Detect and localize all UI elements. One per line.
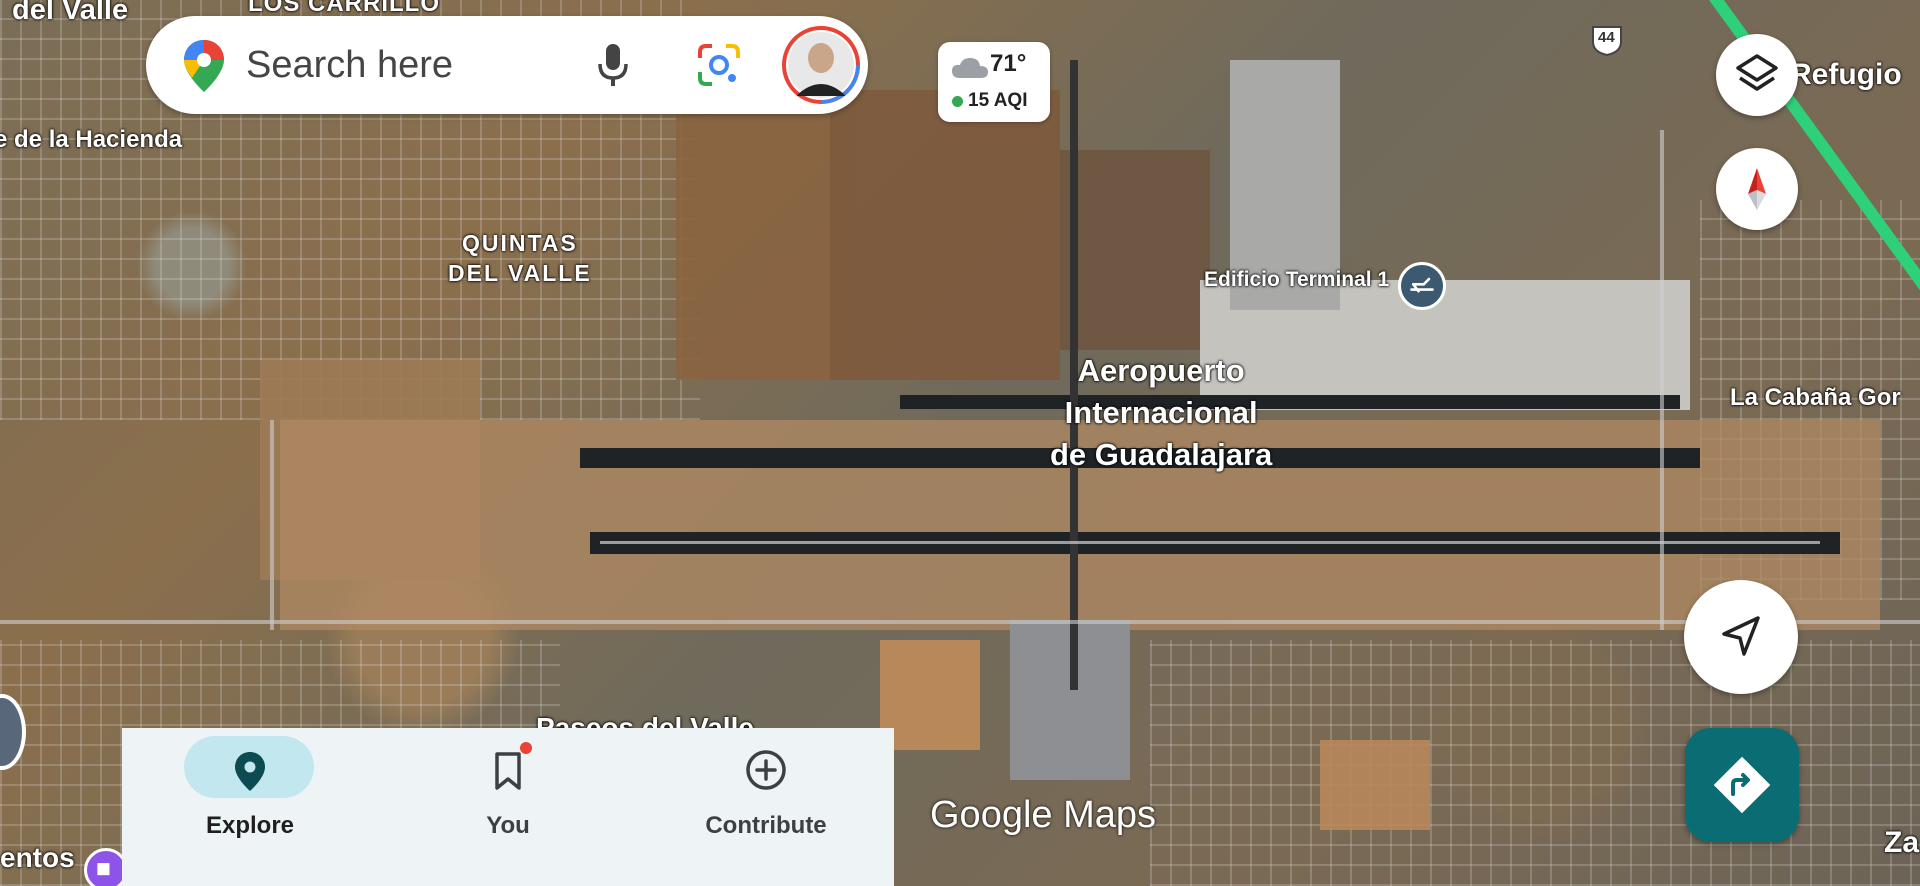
field	[676, 110, 856, 380]
residential-area	[1150, 640, 1920, 886]
highway-number: 44	[1598, 29, 1615, 46]
nav-label-explore: Explore	[205, 812, 295, 839]
map-label-quintas-del-valle: QUINTAS DEL VALLE	[448, 230, 592, 286]
map-label-airport[interactable]: Aeropuerto Internacional de Guadalajara	[1050, 350, 1272, 476]
location-pin-icon	[235, 752, 265, 791]
nav-tab-contribute[interactable]: Contribute	[666, 728, 866, 886]
taxiway	[900, 395, 1680, 409]
nav-label-contribute: Contribute	[705, 812, 827, 839]
layers-button[interactable]	[1716, 34, 1798, 116]
cloud-icon	[952, 58, 988, 78]
google-maps-watermark: Google Maps	[930, 794, 1157, 836]
directions-icon	[1713, 756, 1771, 814]
air-quality-index: 15 AQI	[968, 90, 1028, 111]
search-input[interactable]: Search here	[246, 44, 453, 87]
directions-button[interactable]	[1685, 728, 1799, 842]
weather-temperature: 71°	[990, 50, 1027, 77]
map-label-la-cabana: La Cabaña Gor	[1730, 384, 1901, 411]
add-circle-icon	[746, 750, 786, 790]
nav-label-you: You	[486, 812, 530, 839]
compass-icon	[1748, 168, 1766, 210]
road	[0, 620, 1920, 624]
map-label-ventos: entos	[0, 842, 75, 873]
field	[830, 90, 1060, 380]
field	[1320, 740, 1430, 830]
airport-terminal-icon[interactable]	[1398, 262, 1446, 310]
weather-chip[interactable]: 71° 15 AQI	[938, 42, 1050, 122]
field	[1060, 150, 1210, 350]
nav-tab-explore[interactable]: Explore	[150, 728, 350, 886]
field	[880, 640, 980, 750]
google-lens-icon[interactable]	[696, 42, 742, 88]
map-label-del-valle: del Valle	[12, 0, 129, 26]
bookmark-icon	[495, 752, 521, 790]
runway-centerline	[600, 541, 1820, 544]
my-location-button[interactable]	[1684, 580, 1798, 694]
layers-icon	[1736, 54, 1778, 91]
road	[270, 420, 274, 630]
map-label-hacienda: e de la Hacienda	[0, 126, 183, 153]
road	[1660, 130, 1664, 630]
search-bar[interactable]: Search here	[146, 16, 868, 114]
nav-tab-you[interactable]: You	[408, 728, 608, 886]
microphone-icon[interactable]	[593, 40, 633, 90]
bottom-navigation: Explore You Contribute	[122, 728, 894, 886]
notification-badge	[520, 742, 532, 754]
compass-button[interactable]	[1716, 148, 1798, 230]
map-label-edificio-terminal[interactable]: Edificio Terminal 1	[1204, 268, 1389, 292]
account-avatar[interactable]	[782, 26, 860, 104]
aqi-status-dot	[952, 96, 963, 107]
google-maps-pin-icon	[184, 40, 224, 92]
map-label-za: Za	[1884, 826, 1920, 859]
map-label-refugio: Refugio	[1790, 58, 1902, 91]
navigation-arrow-icon	[1722, 616, 1760, 656]
